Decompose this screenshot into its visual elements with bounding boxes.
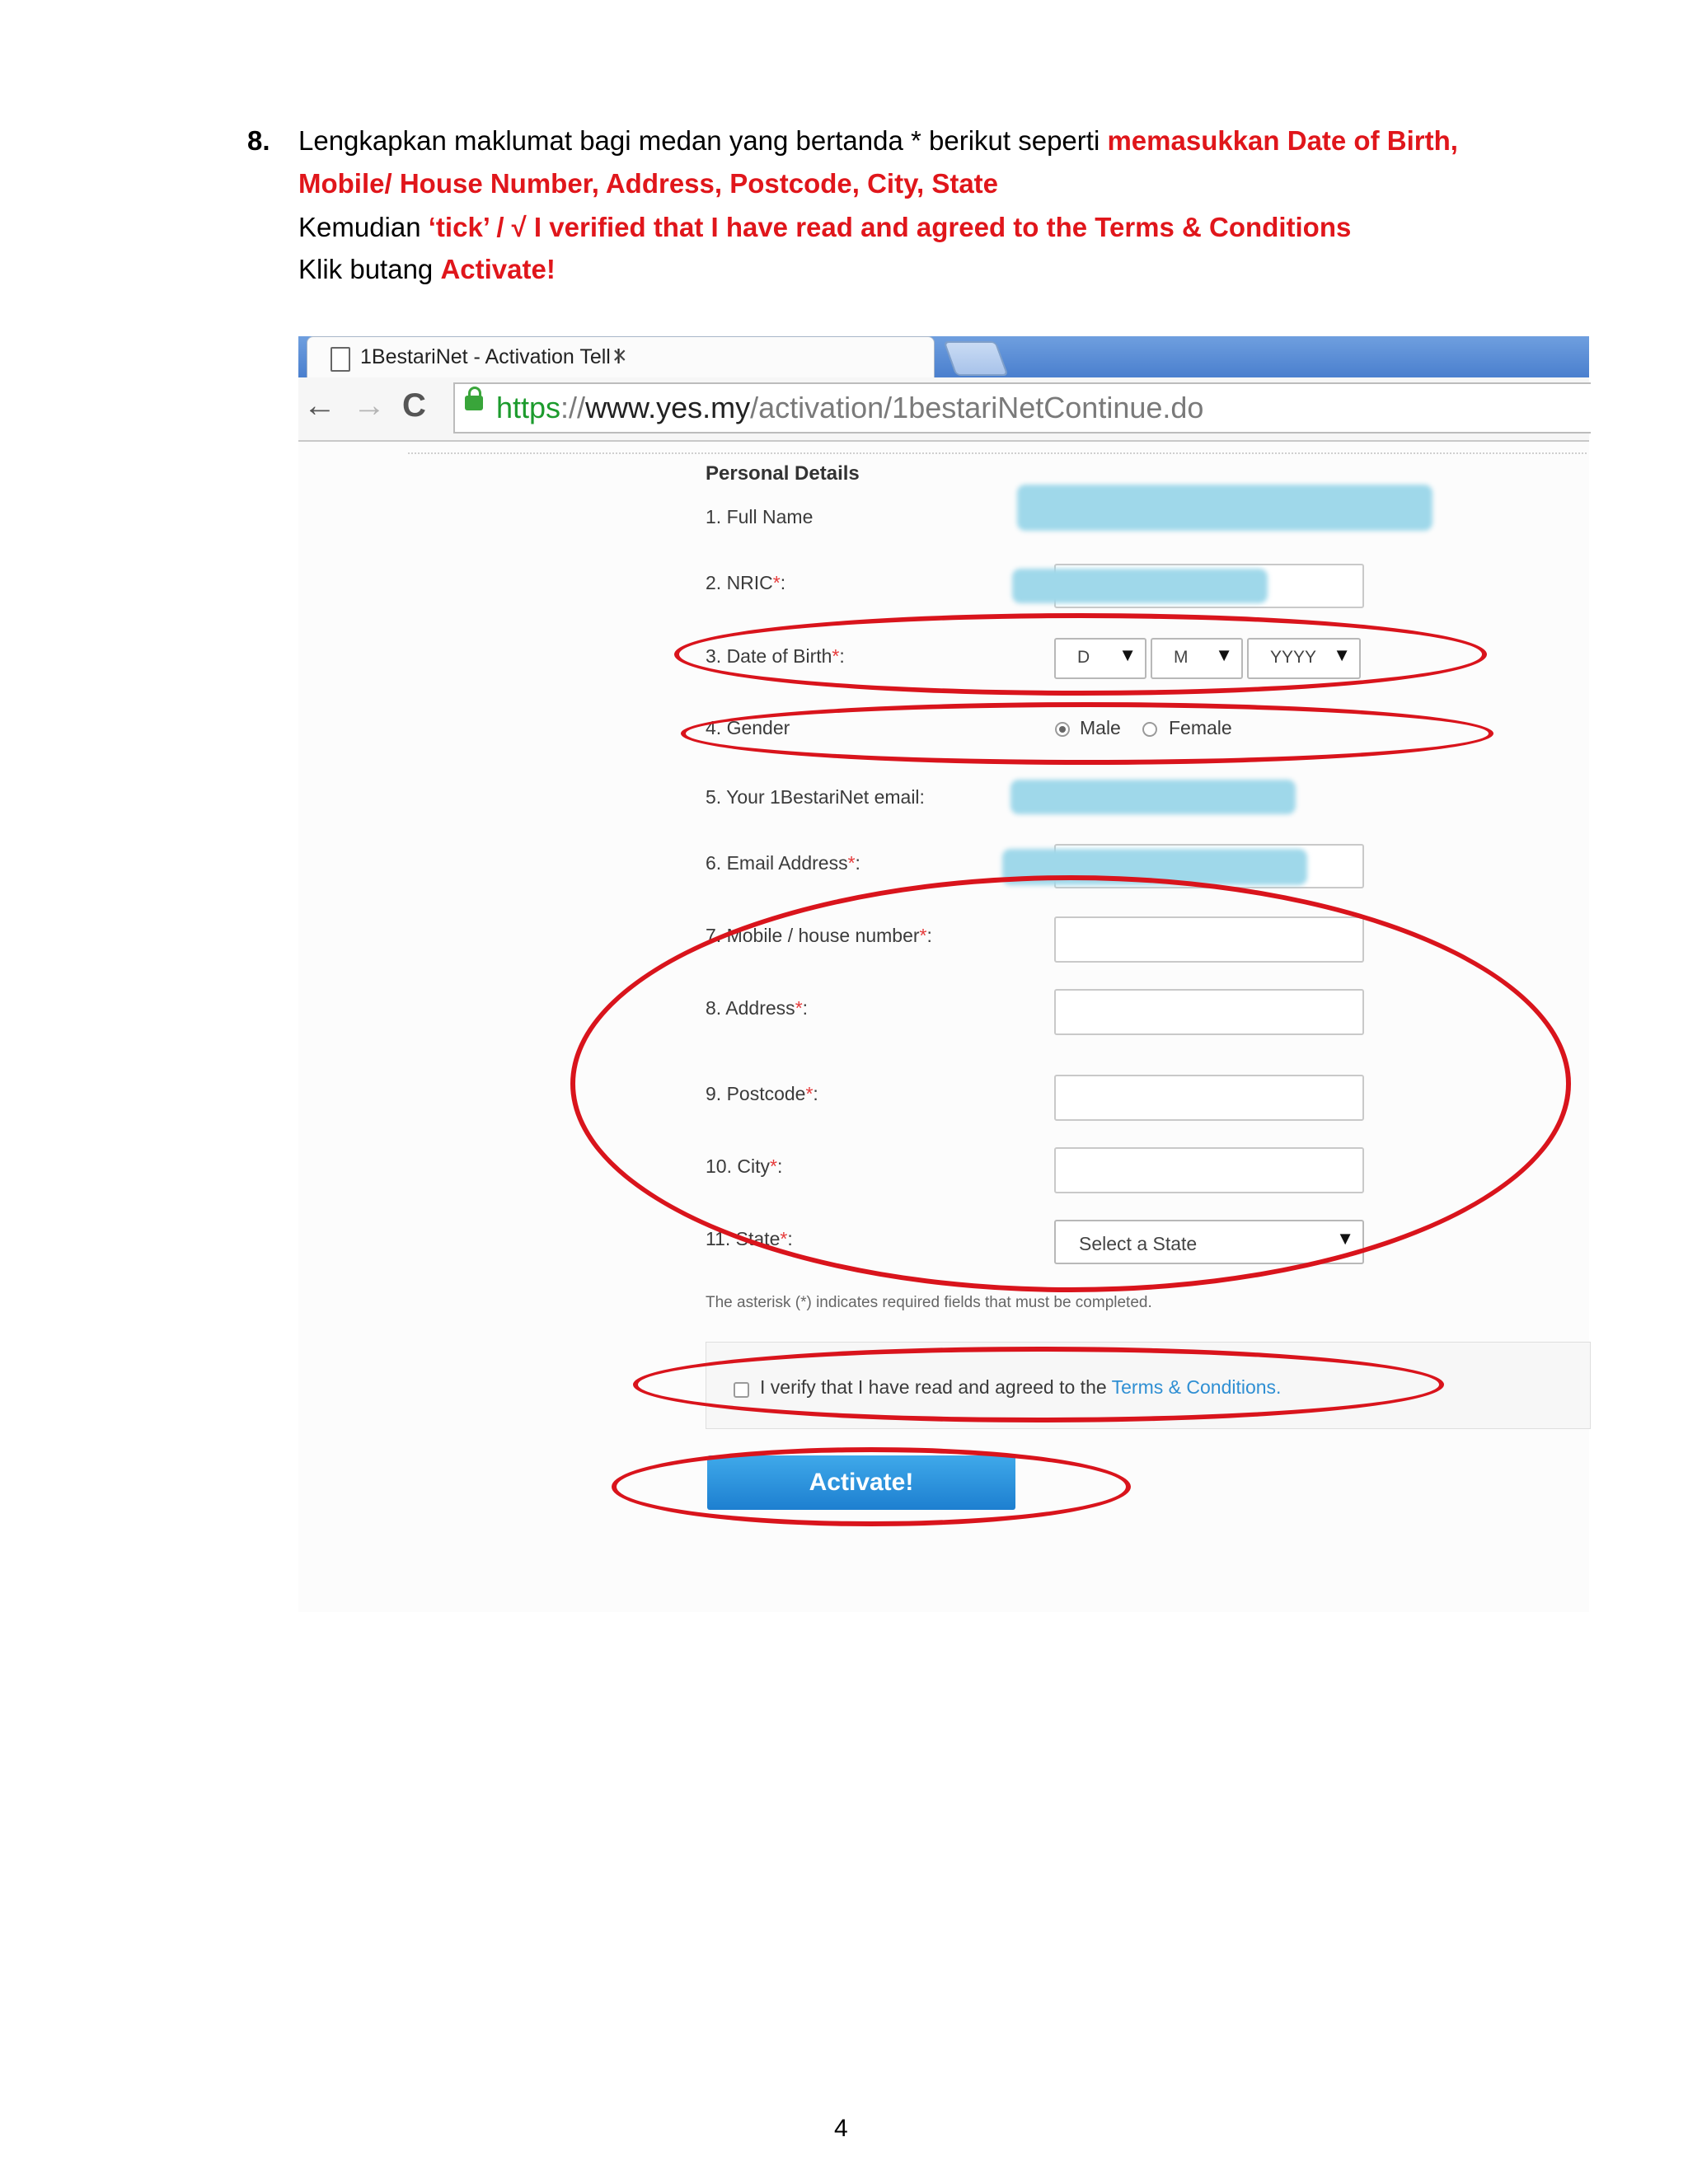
address-bar[interactable]: https://www.yes.my/activation/1bestariNe… xyxy=(453,382,1591,434)
browser-tab-bar: 1BestariNet - Activation Tell l × xyxy=(298,336,1589,378)
label-full-name: 1. Full Name xyxy=(706,506,814,527)
instruction-line-1: Lengkapkan maklumat bagi medan yang bert… xyxy=(298,125,1458,157)
annotation-address-group xyxy=(570,875,1571,1292)
instruction-line-3-highlight: ‘tick’ / √ I verified that I have read a… xyxy=(428,212,1352,242)
redacted-nric xyxy=(1012,569,1268,603)
redacted-1bestarinet-email xyxy=(1010,780,1296,814)
label-1bestarinet-email: 5. Your 1BestariNet email: xyxy=(706,786,925,808)
required-note: The asterisk (*) indicates required fiel… xyxy=(706,1294,1152,1311)
browser-toolbar: ← → C https://www.yes.my/activation/1bes… xyxy=(298,377,1591,442)
section-title: Personal Details xyxy=(706,462,860,485)
instruction-line-4-text: Klik butang xyxy=(298,254,441,284)
instruction-line-4-highlight: Activate! xyxy=(440,254,556,284)
instruction-line-2: Mobile/ House Number, Address, Postcode,… xyxy=(298,168,999,199)
reload-icon[interactable]: C xyxy=(402,387,426,424)
tab-title: 1BestariNet - Activation Tell l xyxy=(360,345,621,368)
browser-tab[interactable]: 1BestariNet - Activation Tell l × xyxy=(307,336,935,378)
page-number: 4 xyxy=(834,2115,848,2142)
annotation-dob xyxy=(674,613,1487,696)
instruction-line-3-text: Kemudian xyxy=(298,212,429,242)
instruction-line-1-highlight: memasukkan Date of Birth, xyxy=(1107,125,1458,156)
instruction-line-4: Klik butang Activate! xyxy=(298,254,556,285)
page-icon xyxy=(331,347,350,372)
annotation-terms xyxy=(633,1347,1444,1422)
lock-icon xyxy=(465,387,483,410)
forward-arrow-icon[interactable]: → xyxy=(353,387,386,424)
redacted-full-name xyxy=(1017,485,1432,531)
annotation-activate xyxy=(612,1447,1131,1526)
instruction-line-1-text: Lengkapkan maklumat bagi medan yang bert… xyxy=(298,125,1108,156)
back-arrow-icon[interactable]: ← xyxy=(303,387,336,424)
step-number: 8. xyxy=(247,125,270,156)
url-text: https://www.yes.my/activation/1bestariNe… xyxy=(496,391,1204,424)
instruction-line-3: Kemudian ‘tick’ / √ I verified that I ha… xyxy=(298,212,1351,243)
label-nric: 2. NRIC*: xyxy=(706,572,786,593)
close-icon[interactable]: × xyxy=(612,342,627,370)
divider xyxy=(408,452,1587,454)
label-email-address: 6. Email Address*: xyxy=(706,852,860,874)
annotation-gender xyxy=(681,702,1493,765)
